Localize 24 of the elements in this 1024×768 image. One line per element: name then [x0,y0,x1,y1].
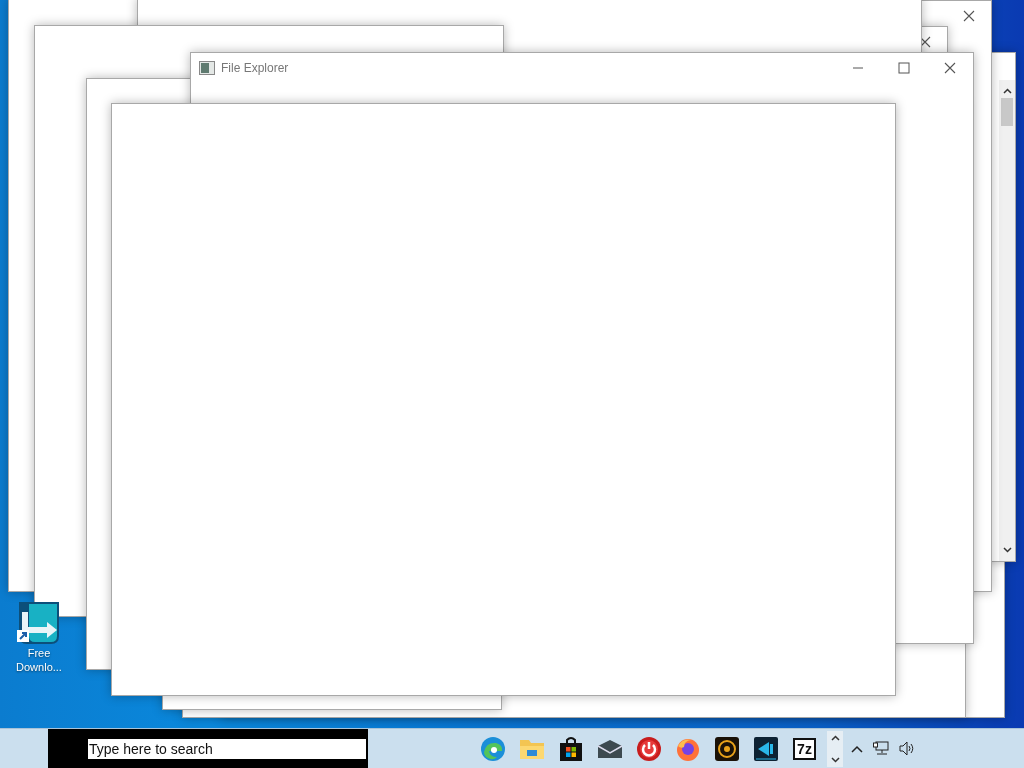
window-app-icon [199,61,215,75]
shopping-bag-icon[interactable] [558,735,583,762]
chevron-up-icon[interactable] [851,744,863,753]
maximize-icon[interactable] [898,62,910,74]
scroll-down-icon[interactable] [830,756,840,763]
archive-icon[interactable]: 7z [793,737,816,760]
envelope-icon[interactable] [596,738,623,759]
window-title: File Explorer [221,61,289,75]
volume-icon[interactable] [899,741,915,756]
scroll-up-icon[interactable] [1002,88,1012,94]
scrollbar-thumb[interactable] [1001,98,1013,126]
scroll-up-icon[interactable] [830,734,840,741]
close-icon[interactable] [919,36,931,48]
browser-icon[interactable] [479,735,506,762]
scrollbar[interactable] [999,80,1015,561]
desktop-icon-label[interactable]: Free Downlo... [9,646,69,675]
video-editor-icon[interactable] [752,735,779,762]
power-icon[interactable] [635,735,662,762]
close-icon[interactable] [944,62,956,74]
close-icon[interactable] [963,10,975,22]
film-reel-icon[interactable] [713,735,740,762]
network-icon[interactable] [873,741,889,756]
search-field[interactable]: Type here to search [88,738,366,759]
scroll-down-icon[interactable] [1002,547,1012,553]
